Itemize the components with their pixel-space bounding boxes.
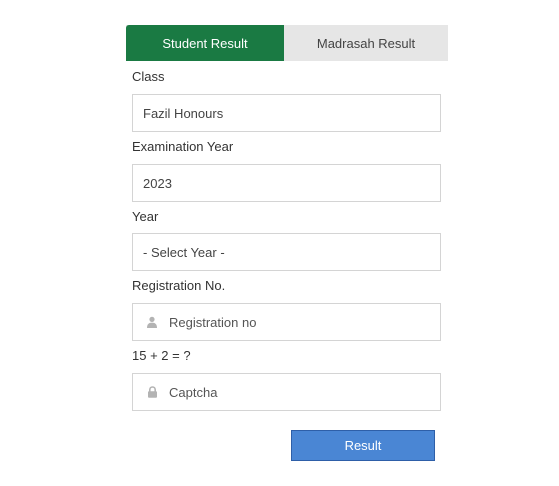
tab-student-result[interactable]: Student Result bbox=[126, 25, 284, 61]
lock-icon bbox=[145, 385, 159, 399]
registration-label: Registration No. bbox=[132, 278, 226, 293]
user-icon bbox=[145, 315, 159, 329]
captcha-question: 15 + 2 = ? bbox=[132, 348, 191, 363]
captcha-input[interactable]: Captcha bbox=[132, 373, 441, 411]
class-value: Fazil Honours bbox=[143, 105, 224, 121]
result-search-panel: Student Result Madrasah Result Class Faz… bbox=[0, 0, 559, 486]
year-value: - Select Year - bbox=[143, 244, 225, 260]
exam-year-label: Examination Year bbox=[132, 139, 234, 154]
year-select[interactable]: - Select Year - bbox=[132, 233, 441, 271]
tab-madrasah-result[interactable]: Madrasah Result bbox=[284, 25, 448, 61]
result-tabs: Student Result Madrasah Result bbox=[126, 25, 448, 61]
class-select[interactable]: Fazil Honours bbox=[132, 94, 441, 132]
registration-placeholder: Registration no bbox=[169, 314, 257, 330]
exam-year-select[interactable]: 2023 bbox=[132, 164, 441, 202]
registration-input[interactable]: Registration no bbox=[132, 303, 441, 341]
class-label: Class bbox=[132, 69, 165, 84]
captcha-placeholder: Captcha bbox=[169, 384, 218, 400]
exam-year-value: 2023 bbox=[143, 175, 172, 191]
result-submit-button[interactable]: Result bbox=[291, 430, 435, 461]
year-label: Year bbox=[132, 209, 159, 224]
